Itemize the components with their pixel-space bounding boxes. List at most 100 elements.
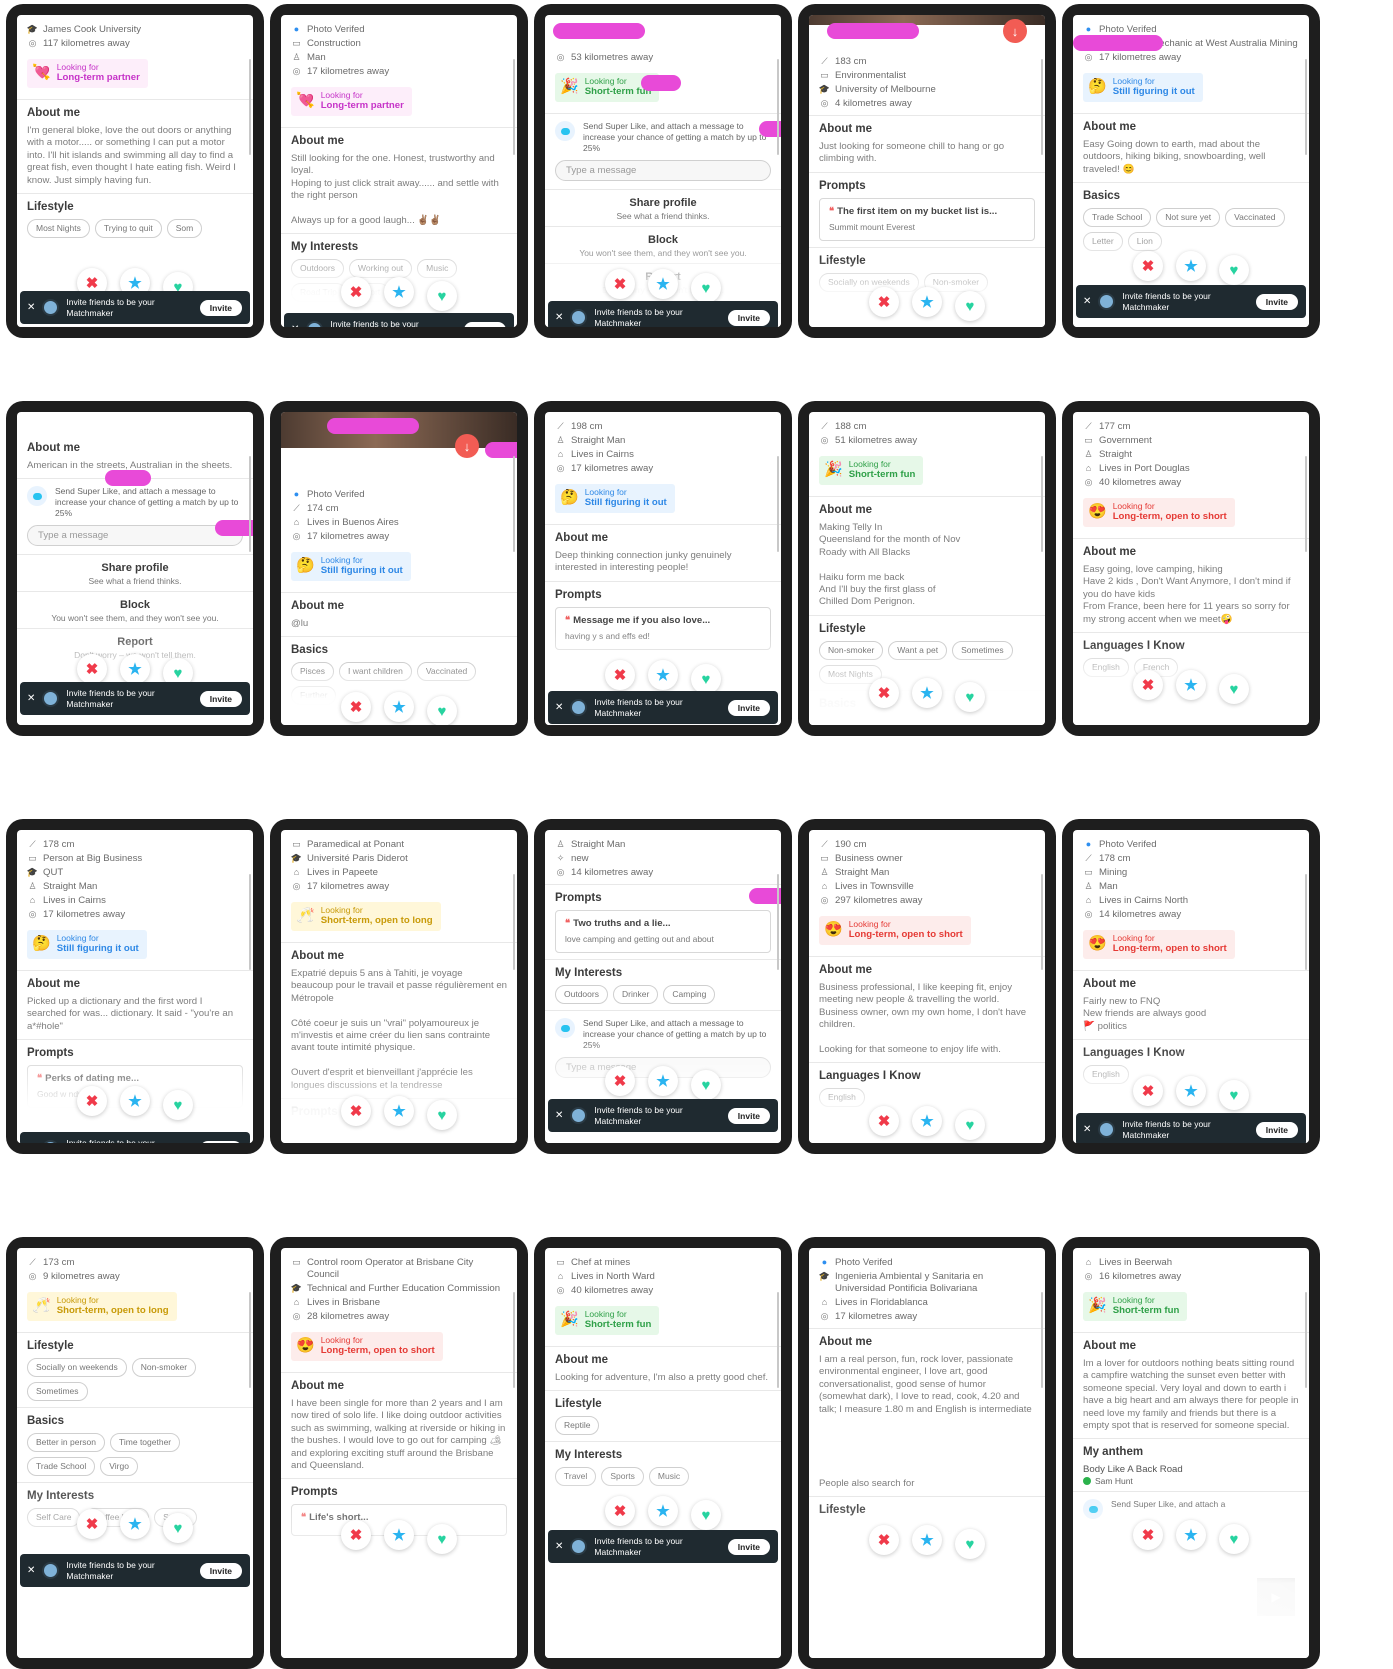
scrollbar[interactable] — [249, 874, 251, 970]
like-button[interactable]: ♥ — [1219, 1524, 1249, 1554]
invite-button[interactable]: Invite — [727, 309, 770, 326]
nope-button[interactable]: ✖ — [77, 1509, 107, 1539]
like-button[interactable]: ♥ — [691, 664, 721, 694]
nope-button[interactable]: ✖ — [605, 660, 635, 690]
scrollbar[interactable] — [513, 59, 515, 155]
scrollbar[interactable] — [777, 874, 779, 970]
nope-button[interactable]: ✖ — [869, 678, 899, 708]
scrollbar[interactable] — [777, 456, 779, 552]
scrollbar[interactable] — [1305, 456, 1307, 552]
message-input[interactable]: Type a message — [27, 525, 243, 547]
profile-screen[interactable]: ● Photo Verifed ▭ Construction ♙ Man ◎ 17 kilom… — [281, 15, 517, 327]
profile-action-block[interactable]: BlockYou won't see them, and they won't … — [27, 599, 243, 623]
like-button[interactable]: ♥ — [427, 281, 457, 311]
super-like-button[interactable]: ★ — [912, 1525, 942, 1555]
close-icon[interactable]: ✕ — [555, 1541, 563, 1552]
profile-screen[interactable]: ▭ Control room Operator at Brisbane City … — [281, 1248, 517, 1658]
scrollbar[interactable] — [1041, 874, 1043, 970]
close-icon[interactable]: ✕ — [555, 1110, 563, 1121]
nope-button[interactable]: ✖ — [341, 1096, 371, 1126]
scrollbar[interactable] — [513, 456, 515, 552]
close-icon[interactable]: ✕ — [27, 693, 35, 704]
scrollbar[interactable] — [1305, 874, 1307, 970]
like-button[interactable]: ♥ — [955, 1529, 985, 1559]
invite-button[interactable]: Invite — [1255, 1121, 1298, 1138]
scrollbar[interactable] — [1041, 1292, 1043, 1388]
scrollbar[interactable] — [777, 59, 779, 155]
super-like-button[interactable]: ★ — [912, 287, 942, 317]
close-icon[interactable]: ✕ — [1083, 1124, 1091, 1135]
super-like-button[interactable]: ★ — [1176, 1520, 1206, 1550]
scrollbar[interactable] — [249, 1292, 251, 1388]
profile-screen[interactable]: ⟋ 177 cm ▭ Government ♙ Straight ⌂ Lives in Por… — [1073, 412, 1309, 725]
scrollbar[interactable] — [1305, 59, 1307, 155]
profile-screen[interactable]: About me American in the streets, Austral… — [17, 412, 253, 725]
nope-button[interactable]: ✖ — [605, 1496, 635, 1526]
invite-button[interactable]: Invite — [199, 1562, 242, 1579]
nope-button[interactable]: ✖ — [1133, 1520, 1163, 1550]
super-like-button[interactable]: ★ — [648, 1496, 678, 1526]
invite-button[interactable]: Invite — [199, 690, 242, 707]
super-like-button[interactable]: ★ — [120, 654, 150, 684]
like-button[interactable]: ♥ — [691, 273, 721, 303]
profile-action-share-profile[interactable]: Share profile See what a friend thinks. — [27, 562, 243, 586]
profile-screen[interactable]: ◎ 53 kilometres away 🎉 Looking for Short-ter… — [545, 15, 781, 327]
scrollbar[interactable] — [777, 1292, 779, 1388]
like-button[interactable]: ♥ — [955, 1110, 985, 1140]
profile-screen[interactable]: ● Photo Verifed ⟋ 178 cm ▭ Mining ♙ Man ⌂ Lives i… — [1073, 830, 1309, 1143]
profile-screen[interactable]: ● Photo Verifed 🎓 Ingenieria Ambiental y Sa… — [809, 1248, 1045, 1658]
profile-screen[interactable]: ⟋ 198 cm ♙ Straight Man ⌂ Lives in Cairns ◎ 17 … — [545, 412, 781, 725]
super-like-button[interactable]: ★ — [912, 1106, 942, 1136]
download-icon[interactable]: ↓ — [455, 434, 479, 458]
like-button[interactable]: ♥ — [691, 1500, 721, 1530]
scrollbar[interactable] — [1305, 1292, 1307, 1388]
like-button[interactable]: ♥ — [427, 1100, 457, 1130]
like-button[interactable]: ♥ — [427, 1524, 457, 1554]
invite-button[interactable]: Invite — [199, 299, 242, 316]
super-like-button[interactable]: ★ — [384, 692, 414, 722]
like-button[interactable]: ♥ — [691, 1070, 721, 1100]
nope-button[interactable]: ✖ — [341, 692, 371, 722]
scrollbar[interactable] — [249, 456, 251, 552]
profile-screen[interactable]: ⟋ 190 cm ▭ Business owner ♙ Straight Man ⌂ Live… — [809, 830, 1045, 1143]
nope-button[interactable]: ✖ — [77, 1086, 107, 1116]
super-like-button[interactable]: ★ — [648, 1066, 678, 1096]
nope-button[interactable]: ✖ — [869, 1106, 899, 1136]
invite-button[interactable]: Invite — [1255, 293, 1298, 310]
prompt-card[interactable]: ❝ The first item on my bucket list is... S… — [819, 197, 1035, 241]
scrollbar[interactable] — [1041, 456, 1043, 552]
profile-screen[interactable]: ⌂ Lives in Beerwah ◎ 16 kilometres away 🎉 Loo… — [1073, 1248, 1309, 1658]
super-like-button[interactable]: ★ — [384, 1096, 414, 1126]
profile-screen[interactable]: 🎓 James Cook University ◎ 117 kilometres aw… — [17, 15, 253, 327]
nope-button[interactable]: ✖ — [869, 1525, 899, 1555]
super-like-button[interactable]: ★ — [648, 660, 678, 690]
profile-screen[interactable]: ▭ Chef at mines ⌂ Lives in North Ward ◎ 40 ki… — [545, 1248, 781, 1658]
profile-screen[interactable]: ♙ Straight Man ✧ new ◎ 14 kilometres away Prom… — [545, 830, 781, 1143]
message-input[interactable]: Type a message — [555, 160, 771, 181]
profile-screen[interactable]: ⟋ 188 cm ◎ 51 kilometres away 🎉 Looking for Sh… — [809, 412, 1045, 725]
profile-screen[interactable]: ● Photo Verifed ⟋ 174 cm ⌂ Lives in Buenos Ai… — [281, 412, 517, 725]
nope-button[interactable]: ✖ — [1133, 251, 1163, 281]
download-icon[interactable]: ↓ — [1003, 19, 1027, 43]
nope-button[interactable]: ✖ — [1133, 1076, 1163, 1106]
scrollbar[interactable] — [1041, 59, 1043, 155]
like-button[interactable]: ♥ — [955, 291, 985, 321]
close-icon[interactable]: ✕ — [1083, 296, 1091, 307]
super-like-button[interactable]: ★ — [120, 1086, 150, 1116]
nope-button[interactable]: ✖ — [605, 1066, 635, 1096]
profile-screen[interactable]: ▭ Paramedical at Ponant 🎓 Université Paris … — [281, 830, 517, 1143]
close-icon[interactable]: ✕ — [291, 324, 299, 327]
nope-button[interactable]: ✖ — [341, 1520, 371, 1550]
super-like-button[interactable]: ★ — [120, 1509, 150, 1539]
super-like-button[interactable]: ★ — [1176, 251, 1206, 281]
like-button[interactable]: ♥ — [163, 1090, 193, 1120]
profile-action-share-profile[interactable]: Share profile See what a friend thinks. — [555, 197, 771, 221]
super-like-button[interactable]: ★ — [384, 277, 414, 307]
like-button[interactable]: ♥ — [427, 696, 457, 725]
close-icon[interactable]: ✕ — [27, 1565, 35, 1576]
nope-button[interactable]: ✖ — [341, 277, 371, 307]
super-like-button[interactable]: ★ — [384, 1520, 414, 1550]
nope-button[interactable]: ✖ — [605, 269, 635, 299]
like-button[interactable]: ♥ — [1219, 255, 1249, 285]
profile-screen[interactable]: ●Photo Verifed▭Heavy Duty Mechanic at We… — [1073, 15, 1309, 327]
